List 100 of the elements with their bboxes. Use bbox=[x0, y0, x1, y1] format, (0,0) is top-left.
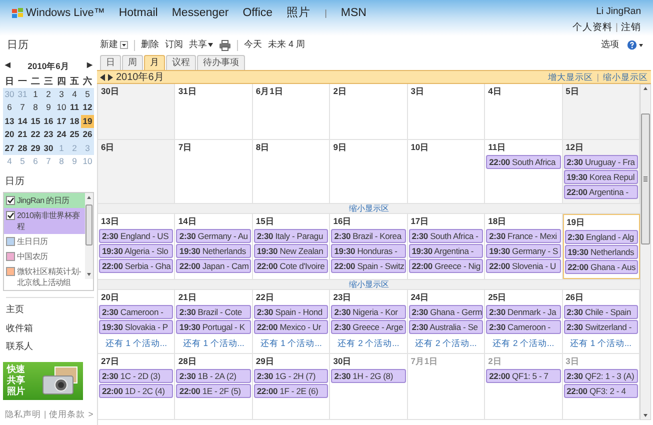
tab[interactable]: 待办事项 bbox=[197, 55, 245, 70]
more-events-link[interactable]: 还有 1 个活动... bbox=[99, 337, 174, 350]
event-chip[interactable]: 19:30 Korea Repul bbox=[564, 170, 638, 184]
event-chip[interactable]: 2:30 England - US bbox=[99, 229, 174, 243]
tab[interactable]: 议程 bbox=[166, 55, 196, 70]
tab[interactable]: 日 bbox=[100, 55, 121, 70]
event-chip[interactable]: 2:30 South Africa - bbox=[408, 229, 484, 243]
event-chip[interactable]: 19:30 Portugal - K bbox=[176, 320, 251, 334]
tab[interactable]: 周 bbox=[122, 55, 143, 70]
new-button[interactable]: 新建 bbox=[100, 38, 128, 52]
date-cell[interactable]: 4 bbox=[68, 88, 81, 102]
tab[interactable]: 月 bbox=[144, 55, 165, 70]
event-chip[interactable]: 22:00 South Africa bbox=[486, 155, 561, 169]
more-events-link[interactable]: 还有 2 个活动... bbox=[486, 337, 561, 350]
toolbar-button[interactable]: 删除 bbox=[141, 38, 159, 52]
event-chip[interactable]: 2:30 Australia - Se bbox=[408, 320, 484, 334]
date-cell[interactable]: 22 bbox=[29, 128, 42, 142]
event-chip[interactable]: 19:30 New Zealan bbox=[254, 244, 328, 258]
calendar-name[interactable]: 中国农历 bbox=[17, 251, 48, 262]
date-cell[interactable]: 21 bbox=[16, 128, 29, 142]
date-cell[interactable]: 10 bbox=[55, 101, 68, 115]
date-cell[interactable]: 20 bbox=[3, 128, 16, 142]
date-cell[interactable]: 3 bbox=[55, 88, 68, 102]
link[interactable]: 个人资料 bbox=[572, 21, 613, 36]
date-cell[interactable]: 30 bbox=[42, 142, 55, 156]
event-chip[interactable]: 2:30 Ghana - Germ bbox=[408, 305, 484, 319]
event-chip[interactable]: 19:30 Netherlands bbox=[564, 245, 638, 259]
event-chip[interactable]: 19:30 Honduras - bbox=[331, 244, 406, 258]
nav-link[interactable]: Office bbox=[242, 5, 273, 22]
nav-link[interactable]: MSN bbox=[340, 5, 366, 22]
nav-link[interactable]: 照片 bbox=[286, 5, 311, 22]
event-chip[interactable]: 19:30 Slovakia - P bbox=[99, 320, 174, 334]
event-chip[interactable]: 22:00 QF3: 2 - 4 bbox=[564, 384, 638, 398]
event-chip[interactable]: 2:30 Cameroon - bbox=[486, 320, 561, 334]
date-cell[interactable]: 11 bbox=[68, 101, 81, 115]
event-chip[interactable]: 22:00 Ghana - Aus bbox=[564, 260, 638, 274]
event-chip[interactable]: 19:30 Netherlands bbox=[176, 244, 251, 258]
date-cell[interactable]: 28 bbox=[16, 142, 29, 156]
more-events-link[interactable]: 还有 2 个活动... bbox=[408, 337, 484, 350]
date-cell[interactable]: 16 bbox=[42, 114, 55, 128]
date-cell[interactable]: 8 bbox=[29, 101, 42, 115]
event-chip[interactable]: 2:30 Uruguay - Fra bbox=[564, 155, 638, 169]
event-chip[interactable]: 2:30 Switzerland - bbox=[564, 320, 638, 334]
date-cell[interactable]: 23 bbox=[42, 128, 55, 142]
event-chip[interactable]: 2:30 England - Alg bbox=[564, 230, 638, 244]
date-cell[interactable]: 29 bbox=[29, 142, 42, 156]
event-chip[interactable]: 19:30 Germany - S bbox=[486, 244, 561, 258]
collapse-link[interactable]: 缩小显示区 bbox=[349, 202, 389, 214]
calendar-name[interactable]: 生日日历 bbox=[17, 236, 48, 247]
event-chip[interactable]: 22:00 1E - 2F (5) bbox=[176, 384, 251, 398]
nav-link[interactable]: Messenger bbox=[172, 5, 229, 22]
event-chip[interactable]: 2:30 Germany - Au bbox=[176, 229, 251, 243]
event-chip[interactable]: 2:30 1C - 2D (3) bbox=[99, 369, 174, 383]
date-cell[interactable]: 6 bbox=[3, 101, 16, 115]
link[interactable]: 注销 bbox=[621, 21, 641, 36]
more-events-link[interactable]: 还有 1 个活动... bbox=[176, 337, 251, 350]
event-chip[interactable]: 2:30 Denmark - Ja bbox=[486, 305, 561, 319]
options-button[interactable]: 选项 bbox=[601, 38, 619, 52]
date-cell[interactable]: 7 bbox=[16, 101, 29, 115]
event-chip[interactable]: 2:30 France - Mexi bbox=[486, 229, 561, 243]
event-chip[interactable]: 22:00 Spain - Switz bbox=[331, 259, 406, 273]
event-chip[interactable]: 22:00 Greece - Nig bbox=[408, 259, 484, 273]
event-chip[interactable]: 2:30 Nigeria - Kor bbox=[331, 305, 406, 319]
event-chip[interactable]: 22:00 Argentina - bbox=[564, 185, 638, 199]
event-chip[interactable]: 22:00 Mexico - Ur bbox=[254, 320, 328, 334]
date-cell[interactable]: 15 bbox=[29, 114, 42, 128]
event-chip[interactable]: 19:30 Argentina - bbox=[408, 244, 484, 258]
event-chip[interactable]: 2:30 Cameroon - bbox=[99, 305, 174, 319]
toolbar-button[interactable]: 订阅 bbox=[165, 38, 183, 52]
date-cell[interactable]: 17 bbox=[55, 114, 68, 128]
event-chip[interactable]: 22:00 Serbia - Gha bbox=[99, 259, 174, 273]
event-chip[interactable]: 2:30 Greece - Arge bbox=[331, 320, 406, 334]
link[interactable]: 隐私声明 bbox=[5, 408, 41, 420]
calendar-name[interactable]: 2010南非世界杯赛程 bbox=[17, 210, 83, 232]
event-chip[interactable]: 22:00 Cote d'Ivoire bbox=[254, 259, 328, 273]
event-chip[interactable]: 2:30 Spain - Hond bbox=[254, 305, 328, 319]
calendar-name[interactable]: 微软社区精英计划-北京线上活动组 bbox=[17, 266, 83, 288]
event-chip[interactable]: 22:00 1F - 2E (6) bbox=[254, 384, 328, 398]
toolbar-button[interactable]: 未来 4 周 bbox=[268, 38, 306, 52]
event-chip[interactable]: 2:30 QF2: 1 - 3 (A) bbox=[564, 369, 638, 383]
sidebar-link[interactable]: 主页 bbox=[6, 303, 94, 316]
date-cell[interactable]: 12 bbox=[81, 101, 94, 115]
event-chip[interactable]: 19:30 Algeria - Slo bbox=[99, 244, 174, 258]
more-events-link[interactable]: 还有 2 个活动... bbox=[331, 337, 406, 350]
event-chip[interactable]: 22:00 Slovenia - U bbox=[486, 259, 561, 273]
date-cell[interactable]: 5 bbox=[81, 88, 94, 102]
link[interactable]: 缩小显示区 bbox=[603, 70, 648, 84]
event-chip[interactable]: 22:00 Japan - Cam bbox=[176, 259, 251, 273]
date-cell[interactable]: 9 bbox=[42, 101, 55, 115]
link[interactable]: 增大显示区 bbox=[548, 70, 593, 84]
date-cell[interactable]: 13 bbox=[3, 114, 16, 128]
help-button[interactable] bbox=[627, 40, 643, 50]
link[interactable]: 使用条款 bbox=[49, 408, 86, 420]
date-cell[interactable]: 1 bbox=[29, 88, 42, 102]
event-chip[interactable]: 2:30 1B - 2A (2) bbox=[176, 369, 251, 383]
share-button[interactable]: 共享 bbox=[189, 38, 213, 52]
event-chip[interactable]: 2:30 Chile - Spain bbox=[564, 305, 638, 319]
event-chip[interactable]: 2:30 Italy - Paragu bbox=[254, 229, 328, 243]
date-cell[interactable]: 18 bbox=[68, 114, 81, 128]
nav-link[interactable]: Hotmail bbox=[118, 5, 158, 22]
